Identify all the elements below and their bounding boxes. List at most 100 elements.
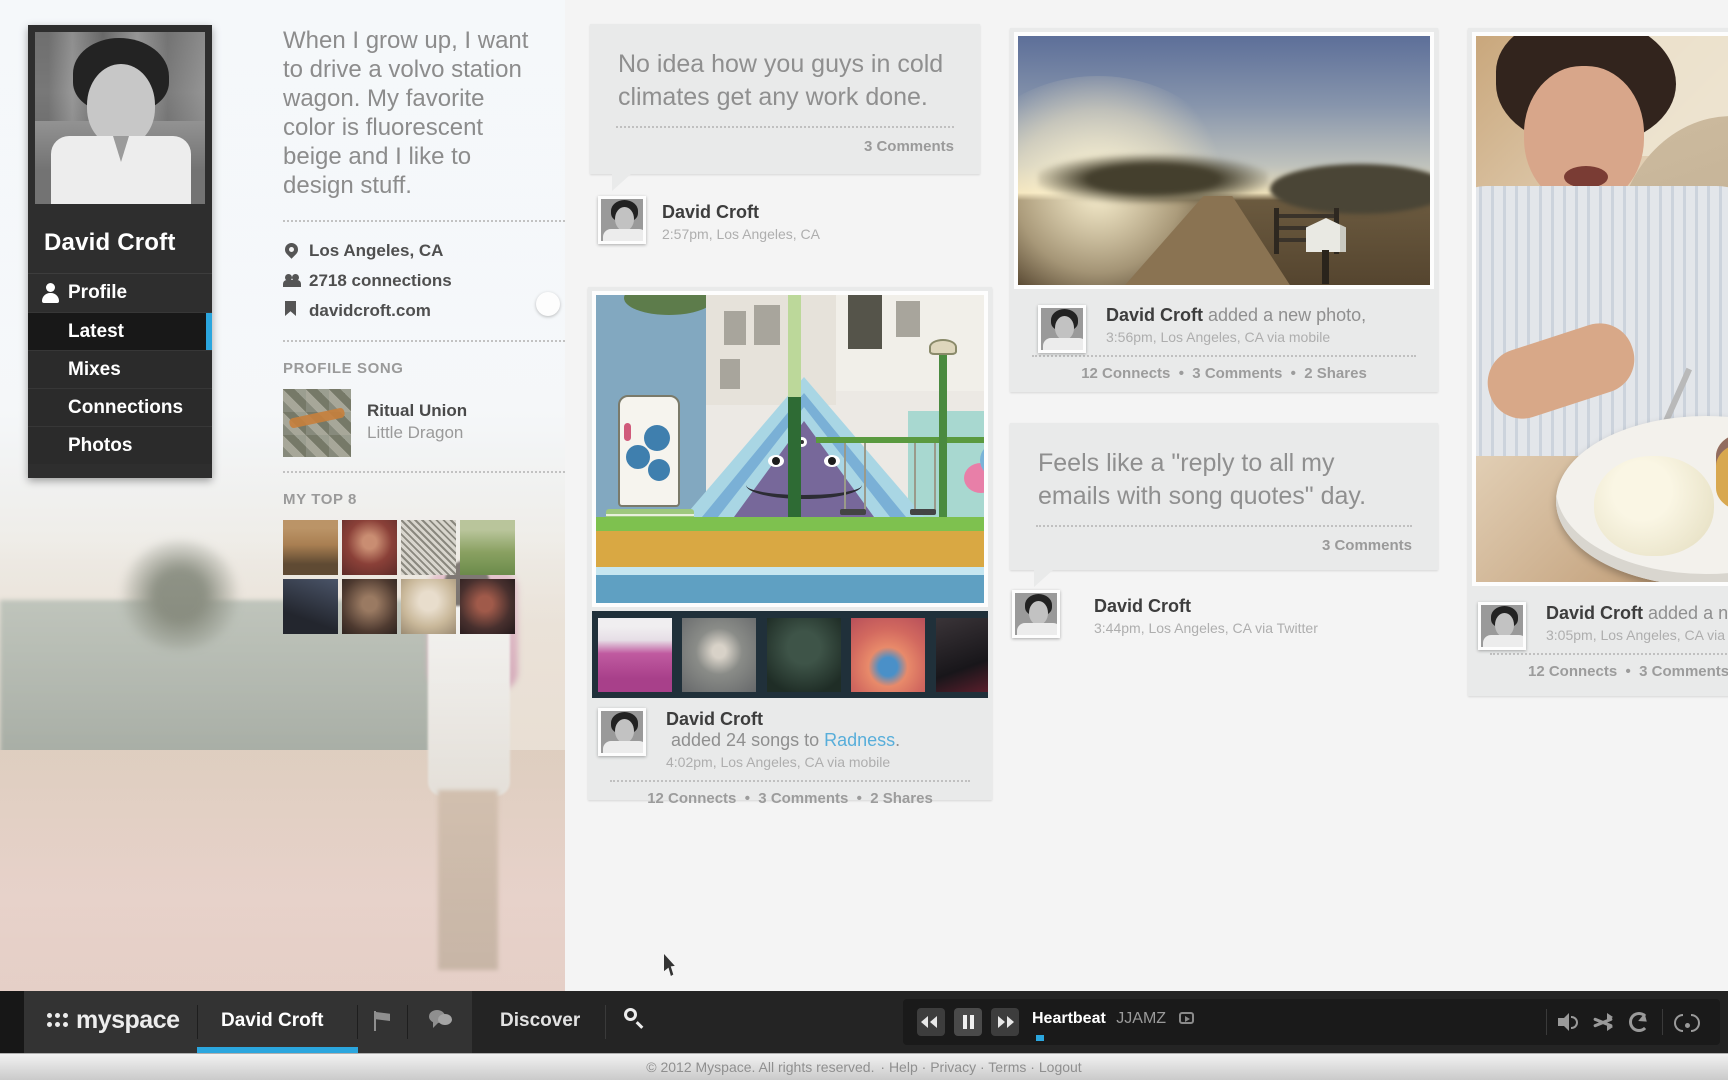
previous-track-button[interactable]	[917, 1008, 945, 1036]
avatar[interactable]	[1478, 602, 1526, 650]
scroll-dot	[536, 292, 560, 316]
album-cover[interactable]	[936, 618, 988, 692]
top8-friend-thumb[interactable]	[401, 579, 456, 634]
footer-link-help[interactable]: Help	[876, 1059, 917, 1075]
divider	[1662, 1009, 1663, 1035]
track-title: Heartbeat	[1032, 1010, 1106, 1027]
top8-friend-thumb[interactable]	[342, 579, 397, 634]
sidebar-item-mixes[interactable]: Mixes	[28, 350, 212, 388]
song-title: Ritual Union	[367, 401, 467, 421]
tab-discover[interactable]: Discover	[500, 1010, 580, 1032]
engagement-stats[interactable]: 12 Connects • 3 Comments •	[1468, 663, 1728, 680]
sunset-field-photo[interactable]	[1018, 36, 1430, 285]
top8-friend-thumb[interactable]	[460, 579, 515, 634]
photo-face	[87, 64, 155, 146]
shuffle-icon[interactable]	[1593, 1013, 1617, 1031]
photo-frame	[592, 291, 988, 607]
profile-photo[interactable]	[35, 32, 205, 204]
author-name[interactable]: David Croft	[666, 709, 763, 729]
post-meta: 3:56pm, Los Angeles, CA via mobile	[1106, 329, 1438, 345]
status-text: Feels like a "reply to all my emails wit…	[1010, 423, 1438, 515]
progress-bar[interactable]	[1036, 1035, 1044, 1041]
profile-song-label: PROFILE SONG	[283, 360, 565, 377]
post-meta: 3:44pm, Los Angeles, CA via Twitter	[1094, 620, 1438, 636]
album-cover[interactable]	[767, 618, 841, 692]
footer-link-terms[interactable]: Terms	[976, 1059, 1026, 1075]
status-attribution: David Croft 3:44pm, Los Angeles, CA via …	[1010, 588, 1438, 658]
author-name[interactable]: David Croft	[1546, 603, 1643, 623]
status-card: No idea how you guys in cold climates ge…	[590, 24, 980, 174]
person-icon	[42, 283, 58, 303]
top8-label: MY TOP 8	[283, 491, 565, 508]
avatar[interactable]	[598, 196, 646, 244]
comments-link[interactable]: 3 Comments	[1322, 537, 1412, 554]
attribution-text: David Croft added a new 3:05pm, Los Ange…	[1546, 590, 1728, 643]
comments-link[interactable]: 3 Comments	[864, 138, 954, 155]
sidebar-item-photos[interactable]: Photos	[28, 426, 212, 464]
playlist-link[interactable]: Radness	[824, 730, 895, 750]
popout-player-icon[interactable]	[1179, 1012, 1194, 1024]
avatar[interactable]	[1012, 590, 1060, 638]
engagement-stats[interactable]: 12 Connects • 3 Comments • 2 Shares	[588, 790, 992, 807]
footer-link-privacy[interactable]: Privacy	[918, 1059, 976, 1075]
broadcast-icon[interactable]	[1673, 1011, 1701, 1033]
playground-mural-photo[interactable]	[596, 295, 984, 603]
status-attribution: David Croft 2:57pm, Los Angeles, CA	[590, 194, 980, 264]
connections-row[interactable]: 2718 connections	[283, 266, 565, 296]
post-meta: 4:02pm, Los Angeles, CA via mobile	[666, 754, 992, 770]
pause-button[interactable]	[954, 1008, 982, 1036]
photo-frame	[1014, 32, 1434, 289]
top8-friend-thumb[interactable]	[283, 579, 338, 634]
sidebar-item-latest[interactable]: Latest	[28, 312, 212, 350]
top8-grid	[283, 520, 565, 634]
chat-icon[interactable]	[429, 1010, 453, 1030]
top8-friend-thumb[interactable]	[283, 520, 338, 575]
bubble-tail	[1034, 570, 1053, 587]
album-cover[interactable]	[598, 618, 672, 692]
divider	[407, 1005, 408, 1039]
copyright-text: © 2012 Myspace. All rights reserved.	[646, 1059, 874, 1075]
sidebar-item-label: Latest	[68, 321, 124, 342]
sidebar-item-connections[interactable]: Connections	[28, 388, 212, 426]
engagement-stats[interactable]: 12 Connects • 3 Comments • 2 Shares	[1010, 365, 1438, 382]
author-name[interactable]: David Croft	[662, 202, 759, 222]
status-card: Feels like a "reply to all my emails wit…	[1010, 423, 1438, 570]
website-row[interactable]: davidcroft.com	[283, 296, 565, 326]
divider	[357, 1005, 358, 1039]
man-eating-dessert-photo[interactable]	[1476, 36, 1728, 582]
footer-link-logout[interactable]: Logout	[1026, 1059, 1081, 1075]
bottom-player-bar: myspace David Croft Discover Heartbeat J…	[0, 991, 1728, 1053]
top8-friend-thumb[interactable]	[342, 520, 397, 575]
author-name[interactable]: David Croft	[1106, 305, 1203, 325]
tab-profile[interactable]: David Croft	[221, 1010, 323, 1032]
sidebar-item-profile[interactable]: Profile	[28, 274, 212, 312]
myspace-profile-page: David Croft Profile Latest Mixes Connect…	[0, 0, 1728, 1080]
album-art[interactable]	[283, 389, 351, 457]
top8-friend-thumb[interactable]	[460, 520, 515, 575]
flag-icon[interactable]	[374, 1011, 392, 1031]
card-footer: David Croft added a new 3:05pm, Los Ange…	[1468, 590, 1728, 700]
next-track-button[interactable]	[991, 1008, 1019, 1036]
volume-icon[interactable]	[1558, 1012, 1580, 1032]
top8-friend-thumb[interactable]	[401, 520, 456, 575]
avatar[interactable]	[1038, 305, 1086, 353]
photo-card: David Croft added a new photo, 3:56pm, L…	[1010, 28, 1438, 392]
sidebar-item-label: Connections	[68, 397, 183, 418]
album-cover[interactable]	[851, 618, 925, 692]
avatar[interactable]	[598, 708, 646, 756]
divider	[283, 471, 565, 473]
song-artist: Little Dragon	[367, 423, 467, 443]
attribution-text: David Croft 2:57pm, Los Angeles, CA	[662, 194, 980, 242]
sidebar-item-label: Photos	[68, 435, 132, 456]
attribution-text: David Croft 3:44pm, Los Angeles, CA via …	[1094, 588, 1438, 636]
card-footer: David Croft added 24 songs to Radness. 4…	[588, 698, 992, 808]
now-playing[interactable]: Heartbeat JJAMZ	[1032, 1010, 1194, 1028]
myspace-logo[interactable]: myspace	[47, 1008, 180, 1033]
post-meta: 3:05pm, Los Angeles, CA via mo	[1546, 627, 1728, 643]
repeat-icon[interactable]	[1629, 1012, 1649, 1032]
album-cover[interactable]	[682, 618, 756, 692]
page-footer: © 2012 Myspace. All rights reserved.Help…	[0, 1053, 1728, 1080]
search-icon[interactable]	[624, 1008, 646, 1030]
author-name[interactable]: David Croft	[1094, 596, 1191, 616]
divider	[605, 1005, 606, 1039]
